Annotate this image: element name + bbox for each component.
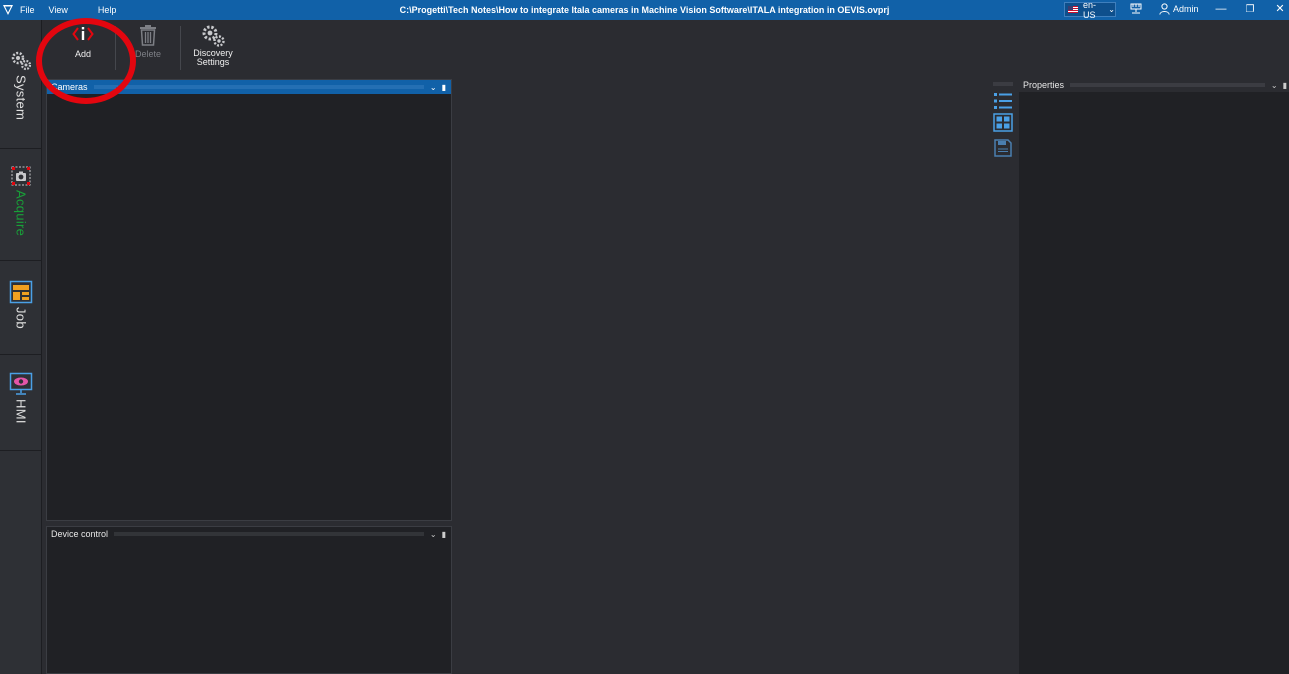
properties-toolstrip [991, 80, 1015, 170]
delete-button[interactable]: Delete [134, 24, 162, 59]
menu-file[interactable]: File [20, 5, 35, 15]
save-icon[interactable] [993, 138, 1013, 158]
pin-icon[interactable]: ▮ [442, 530, 446, 539]
menu-view[interactable]: View [49, 5, 68, 15]
ribbon-separator [115, 26, 116, 70]
nav-divider [0, 354, 42, 355]
chevron-down-icon: ⌄ [1108, 5, 1115, 14]
chevron-down-icon[interactable]: ⌄ [1271, 81, 1278, 90]
workspace-area [453, 72, 989, 674]
properties-content [1019, 92, 1289, 674]
us-flag-icon [1068, 6, 1079, 13]
drag-grip[interactable] [114, 532, 424, 536]
drag-grip[interactable] [1070, 83, 1265, 87]
cameras-panel-title: Cameras [51, 82, 88, 92]
chevron-down-icon[interactable]: ⌄ [430, 530, 437, 539]
add-camera-icon [72, 27, 94, 41]
job-layout-icon [9, 280, 33, 304]
language-select[interactable]: en-US ⌄ [1064, 0, 1116, 20]
cameras-panel-header[interactable]: Cameras ⌄ ▮ [47, 80, 451, 94]
app-logo-icon[interactable] [2, 4, 14, 16]
device-control-panel-header[interactable]: Device control ⌄ ▮ [47, 527, 451, 541]
nav-tab-system-label: System [13, 75, 29, 121]
nav-divider [0, 450, 42, 451]
ribbon-toolbar: Add Delete Discovery Settings [43, 20, 1289, 72]
network-icon[interactable] [1130, 3, 1142, 15]
nav-tab-job[interactable]: Job [0, 280, 42, 329]
discovery-settings-label: Discovery Settings [193, 49, 233, 67]
title-bar: File View Help C:\Progetti\Tech Notes\Ho… [0, 0, 1289, 20]
nav-tab-system[interactable]: System [0, 50, 42, 120]
nav-tab-job-label: Job [13, 307, 29, 329]
delete-button-label: Delete [134, 49, 161, 59]
nav-divider [0, 148, 42, 149]
add-button[interactable]: Add [70, 24, 96, 59]
gears-icon [202, 25, 225, 47]
pin-icon[interactable]: ▮ [442, 83, 446, 92]
user-icon [1159, 3, 1170, 15]
discovery-settings-button[interactable]: Discovery Settings [191, 24, 235, 67]
gears-icon [11, 51, 32, 71]
pin-icon[interactable]: ▮ [1283, 81, 1287, 90]
properties-panel-title: Properties [1023, 80, 1065, 90]
list-view-icon[interactable] [993, 92, 1013, 110]
language-value: en-US [1083, 0, 1097, 20]
grid-view-icon[interactable] [993, 113, 1013, 132]
restore-button[interactable]: ❐ [1241, 2, 1259, 17]
nav-tab-hmi-label: HMI [13, 399, 29, 424]
user-name: Admin [1173, 4, 1199, 14]
trash-icon [140, 25, 156, 46]
nav-tab-acquire-label: Acquire [13, 190, 29, 237]
chevron-down-icon[interactable]: ⌄ [430, 83, 437, 92]
drag-grip[interactable] [993, 82, 1013, 86]
left-navigation: System Acquire Job HMI [0, 20, 42, 674]
drag-grip[interactable] [93, 85, 424, 89]
monitor-eye-icon [9, 372, 33, 395]
device-control-content [47, 541, 451, 673]
cameras-list[interactable] [47, 94, 451, 520]
add-button-label: Add [74, 49, 91, 59]
ribbon-separator [180, 26, 181, 70]
nav-tab-acquire[interactable]: Acquire [0, 165, 42, 236]
device-control-panel-title: Device control [51, 529, 109, 539]
discovery-label-line2: Settings [196, 57, 230, 67]
properties-panel-header[interactable]: Properties ⌄ ▮ [1019, 78, 1289, 92]
menu-help[interactable]: Help [98, 5, 117, 15]
properties-panel: Properties ⌄ ▮ [1019, 78, 1289, 674]
camera-icon [11, 166, 31, 186]
user-menu[interactable]: Admin [1159, 3, 1199, 15]
close-button[interactable]: ✕ [1271, 2, 1289, 17]
cameras-panel: Cameras ⌄ ▮ [46, 79, 452, 521]
nav-tab-hmi[interactable]: HMI [0, 372, 42, 424]
device-control-panel: Device control ⌄ ▮ [46, 526, 452, 674]
nav-divider [0, 260, 42, 261]
minimize-button[interactable]: — [1212, 2, 1230, 17]
